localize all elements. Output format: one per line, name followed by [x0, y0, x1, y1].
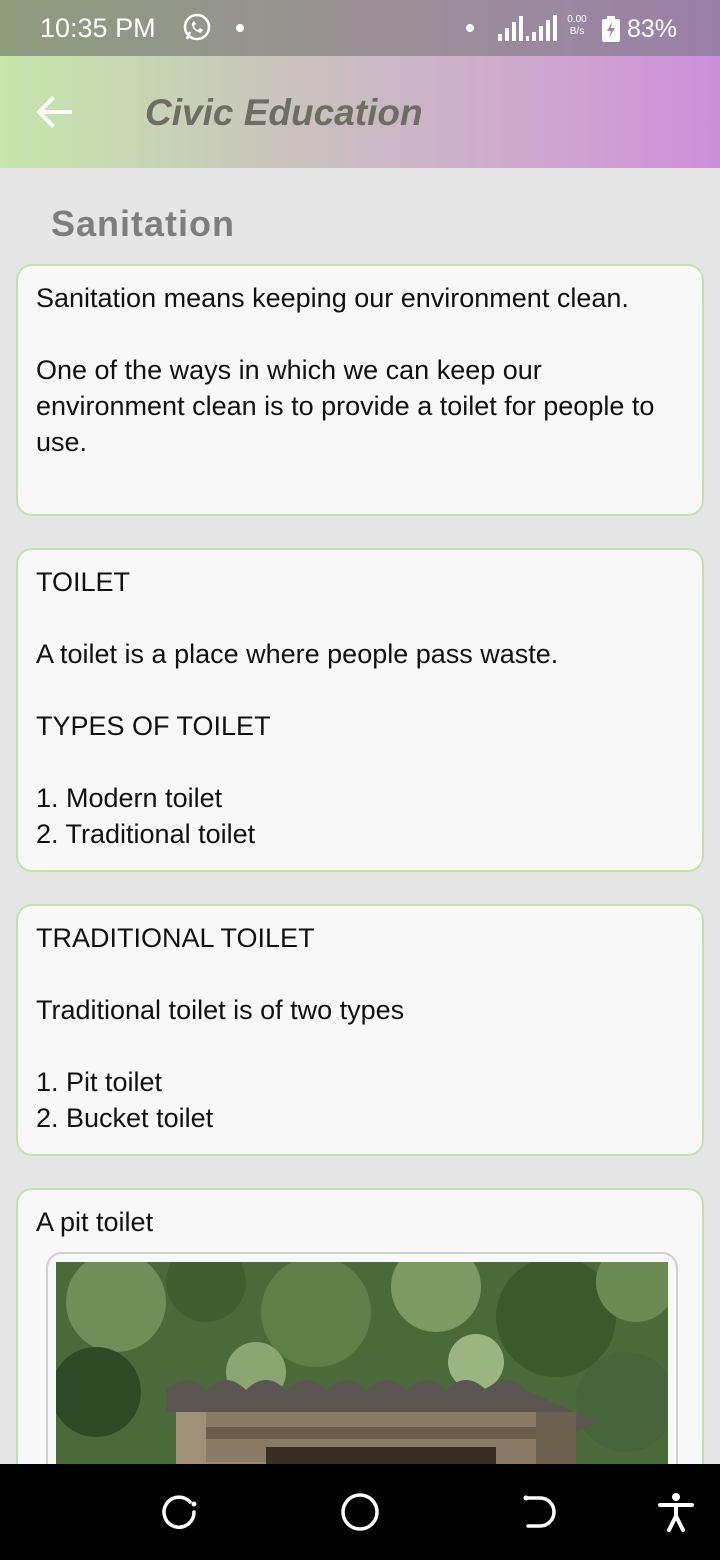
arrow-left-icon[interactable]: [34, 92, 74, 132]
list-item: 2. Traditional toilet: [36, 819, 256, 849]
recents-icon[interactable]: [160, 1492, 200, 1532]
card-text: A toilet is a place where people pass wa…: [36, 639, 559, 669]
app-bar: Civic Education: [0, 56, 720, 168]
card-text: One of the ways in which we can keep our…: [36, 355, 655, 457]
content-card: TOILET A toilet is a place where people …: [16, 548, 704, 872]
status-bar: 10:35 PM 0.00 B/s 83%: [0, 0, 720, 56]
app-title: Civic Education: [145, 92, 423, 133]
status-time: 10:35 PM: [40, 13, 156, 43]
accessibility-icon[interactable]: [656, 1492, 696, 1532]
notification-dot: [466, 24, 474, 32]
card-heading: TOILET: [36, 567, 131, 597]
content-card: Sanitation means keeping our environment…: [16, 264, 704, 516]
image-card: A pit toilet: [16, 1188, 704, 1512]
list-item: 2. Bucket toilet: [36, 1103, 214, 1133]
signal-icon: [498, 15, 557, 41]
home-icon[interactable]: [340, 1492, 380, 1532]
battery-charging-icon: [602, 16, 620, 42]
net-speed-unit: B/s: [569, 26, 585, 37]
card-text: Sanitation means keeping our environment…: [36, 283, 629, 313]
list-item: 1. Modern toilet: [36, 783, 223, 813]
net-speed: 0.00 B/s: [564, 14, 590, 38]
battery-level: 83%: [627, 15, 678, 43]
card-heading: TRADITIONAL TOILET: [36, 923, 315, 953]
whatsapp-icon: [183, 13, 211, 41]
content-card: TRADITIONAL TOILET Traditional toilet is…: [16, 904, 704, 1156]
navigation-bar: [0, 1464, 720, 1560]
net-speed-value: 0.00: [567, 14, 587, 25]
notification-dot: [236, 24, 244, 32]
image-caption: A pit toilet: [36, 1207, 154, 1237]
back-icon[interactable]: [520, 1492, 560, 1532]
list-item: 1. Pit toilet: [36, 1067, 163, 1097]
section-title: Sanitation: [51, 203, 236, 244]
card-subheading: TYPES OF TOILET: [36, 711, 271, 741]
card-text: Traditional toilet is of two types: [36, 995, 405, 1025]
